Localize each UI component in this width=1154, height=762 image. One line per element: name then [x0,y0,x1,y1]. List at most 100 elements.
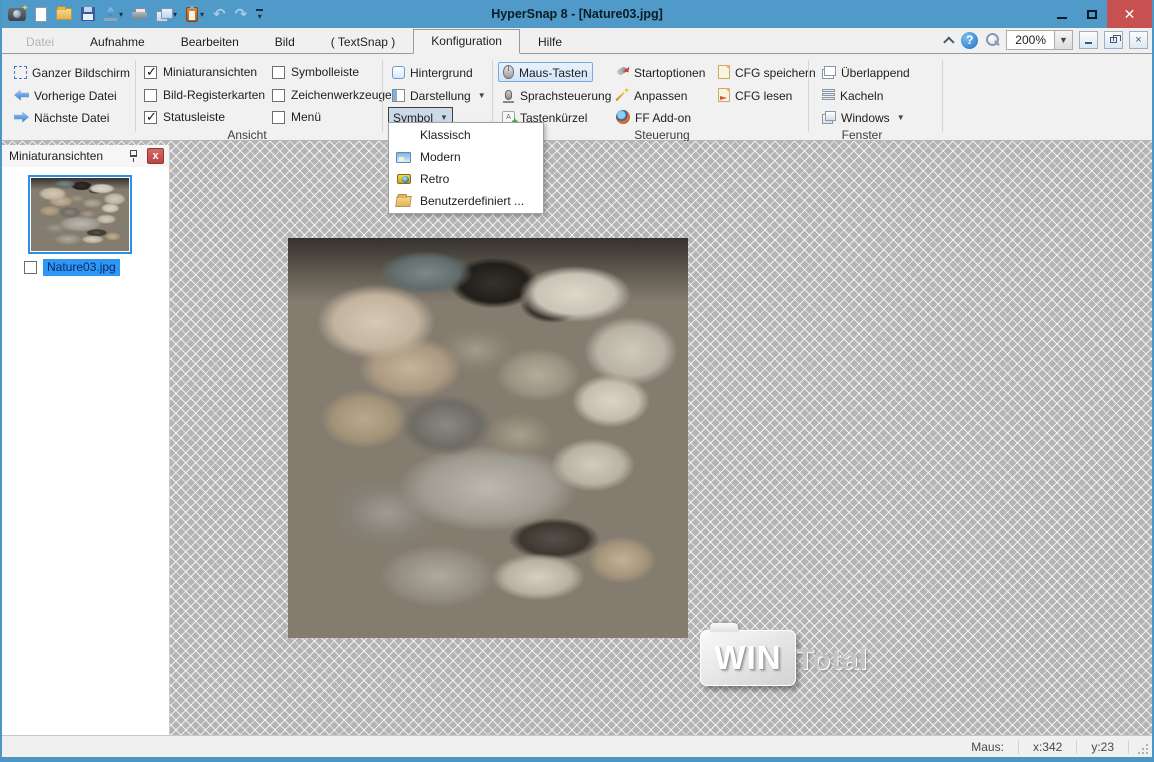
main-image[interactable] [288,238,688,638]
collapse-ribbon-icon[interactable] [944,36,955,47]
ribbon-tab-bar: Datei Aufnahme Bearbeiten Bild ( TextSna… [2,28,1152,54]
menu-item-benutzerdefiniert[interactable]: Benutzerdefiniert ... [390,190,542,212]
paste-icon [186,7,198,22]
print-button[interactable] [132,8,147,21]
chevron-down-icon: ▼ [440,113,448,122]
ueberlappend-button[interactable]: Überlappend [818,62,914,82]
startoptionen-button[interactable]: Startoptionen [612,62,709,82]
menu-item-klassisch[interactable]: Klassisch [390,124,542,146]
new-file-button[interactable] [35,7,47,22]
thumbnail-image[interactable] [31,178,129,251]
export-icon [104,7,117,21]
checkbox-icon[interactable] [272,111,285,124]
copy-button[interactable]: ▾ [156,8,177,21]
menu-item-modern[interactable]: Modern [390,146,542,168]
tab-textsnap[interactable]: ( TextSnap ) [313,30,413,54]
checkbox-icon[interactable] [144,111,157,124]
document-close-button[interactable]: × [1129,31,1148,49]
checkbox-icon[interactable] [272,89,285,102]
close-button[interactable]: ✕ [1107,0,1152,28]
darstellung-button[interactable]: Darstellung ▼ [388,85,490,105]
cfg-lesen-button[interactable]: CFG lesen [714,85,796,105]
document-minimize-button[interactable] [1079,31,1098,49]
darstellung-label: Darstellung [410,89,471,103]
open-file-button[interactable] [56,8,72,20]
redo-button[interactable]: ↷ [235,8,248,21]
tab-aufnahme[interactable]: Aufnahme [72,30,163,54]
ueberlappend-label: Überlappend [841,66,910,80]
checkbox-label: Symbolleiste [291,65,359,79]
checkbox-statusleiste[interactable]: Statusleiste [144,107,225,127]
next-file-button[interactable]: Nächste Datei [10,107,113,127]
tab-bild[interactable]: Bild [257,30,313,54]
save-button[interactable] [81,7,95,21]
full-screen-button[interactable]: Ganzer Bildschirm [10,62,134,82]
thumbnail-selected-frame[interactable] [28,175,132,254]
maus-tasten-button[interactable]: Maus-Tasten [498,62,593,82]
zoom-magnifier-icon[interactable] [984,32,1000,48]
undo-button[interactable]: ↶ [213,8,226,21]
checkbox-bild-registerkarten[interactable]: Bild-Registerkarten [144,85,265,105]
thumbnails-panel: Miniaturansichten x Nature03.jpg [2,145,170,735]
full-screen-label: Ganzer Bildschirm [32,66,130,80]
kacheln-button[interactable]: Kacheln [818,85,887,105]
document-minimize-icon [1085,42,1092,44]
paste-button[interactable]: ▾ [186,7,204,22]
title-bar[interactable]: ▾ ▾ ▾ ↶ ↷ ▾ HyperSnap 8 - [Nature03.jpg]… [2,0,1152,28]
export-button[interactable]: ▾ [104,7,123,21]
maximize-button[interactable] [1077,0,1107,28]
config-save-icon [718,65,730,79]
paste-dropdown-arrow[interactable]: ▾ [200,10,204,19]
tab-bearbeiten[interactable]: Bearbeiten [163,30,257,54]
quick-access-toolbar: ▾ ▾ ▾ ↶ ↷ ▾ [2,7,263,22]
minimize-button[interactable] [1047,0,1077,28]
windows-button[interactable]: Windows ▼ [818,107,909,127]
window-controls: ✕ [1047,0,1152,28]
menu-item-retro[interactable]: Retro [390,168,542,190]
tab-konfiguration[interactable]: Konfiguration [413,29,520,54]
zoom-dropdown-button[interactable]: ▼ [1054,31,1072,49]
checkbox-zeichenwerkzeuge[interactable]: Zeichenwerkzeuge [272,85,392,105]
document-canvas[interactable]: WIN Total [2,141,1152,735]
camera-app-icon [8,8,26,21]
copy-dropdown-arrow[interactable]: ▾ [173,10,177,19]
magic-wand-icon [616,89,629,102]
pin-icon[interactable] [130,150,137,157]
group-label-steuerung: Steuerung [562,128,762,142]
windows-list-icon [822,111,836,124]
export-dropdown-arrow[interactable]: ▾ [119,10,123,19]
panel-close-button[interactable]: x [147,148,164,164]
open-folder-icon [56,8,72,20]
checkbox-icon[interactable] [272,66,285,79]
document-restore-button[interactable] [1104,31,1123,49]
sprachsteuerung-button[interactable]: Sprachsteuerung [498,85,615,105]
help-icon[interactable]: ? [961,32,978,49]
checkbox-icon[interactable] [144,89,157,102]
background-icon [392,66,405,79]
cfg-speichern-button[interactable]: CFG speichern [714,62,820,82]
thumbnails-panel-header[interactable]: Miniaturansichten x [2,145,169,167]
app-menu-button[interactable] [8,8,26,21]
document-restore-icon [1110,37,1117,43]
tab-hilfe[interactable]: Hilfe [520,30,580,54]
previous-file-button[interactable]: Vorherige Datei [10,85,121,105]
tab-datei[interactable]: Datei [8,30,72,54]
anpassen-button[interactable]: Anpassen [612,85,691,105]
resize-grip[interactable] [1133,739,1149,755]
menu-item-label: Modern [420,150,461,164]
ff-addon-button[interactable]: FF Add-on [612,107,695,127]
symbol-dropdown-menu: Klassisch Modern Retro Benutzerdefiniert… [388,122,544,214]
checkbox-menue[interactable]: Menü [272,107,321,127]
checkbox-miniaturansichten[interactable]: Miniaturansichten [144,62,257,82]
menu-item-label: Benutzerdefiniert ... [420,194,524,208]
arrow-right-icon [14,112,29,123]
save-icon [81,7,95,21]
hintergrund-button[interactable]: Hintergrund [388,62,477,82]
zoom-level-value[interactable]: 200% [1007,31,1054,49]
file-name-label[interactable]: Nature03.jpg [43,259,120,276]
file-checkbox[interactable] [24,261,37,274]
customize-toolbar-button[interactable]: ▾ [256,9,263,19]
redo-icon: ↷ [235,8,248,21]
checkbox-icon[interactable] [144,66,157,79]
checkbox-symbolleiste[interactable]: Symbolleiste [272,62,359,82]
